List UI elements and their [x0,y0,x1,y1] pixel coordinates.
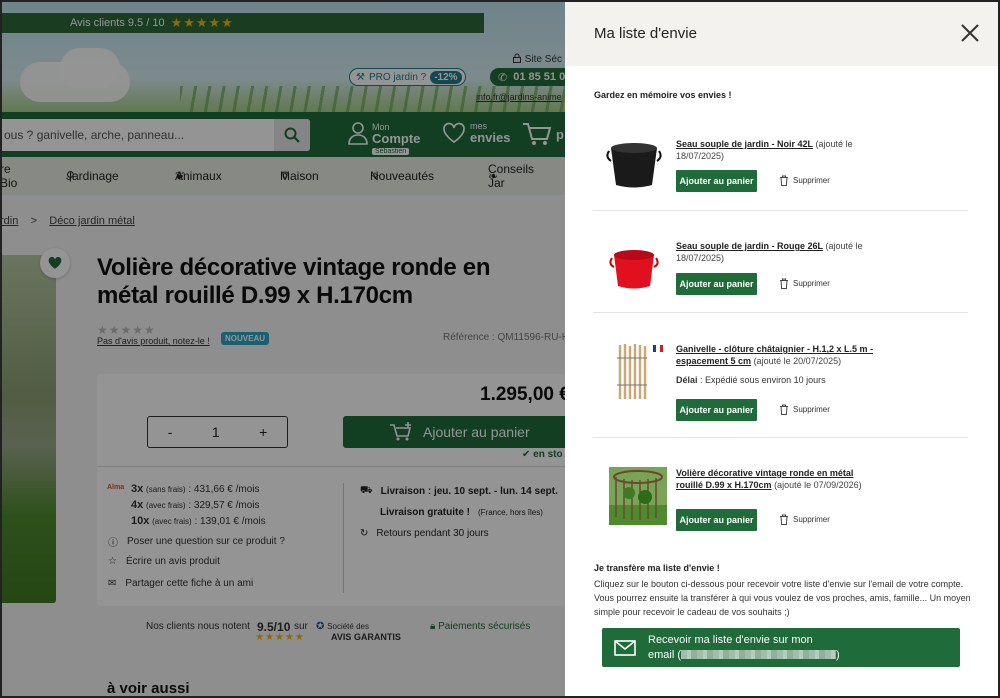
trash-icon [780,175,788,186]
product-thumbnail[interactable] [617,343,647,401]
wishlist-item: Seau souple de jardin - Rouge 26L (ajout… [593,211,968,313]
add-to-cart-button[interactable]: Ajouter au panier [676,399,757,421]
wishlist-item-name: Volière décorative vintage ronde en méta… [676,468,862,490]
wishlist-item: Volière décorative vintage ronde en méta… [593,438,968,548]
delete-button[interactable]: Supprimer [779,514,830,525]
trash-icon [780,514,788,525]
delete-button[interactable]: Supprimer [779,278,830,289]
wishlist-panel: Ma liste d'envie Gardez en mémoire vos e… [565,0,1000,698]
transfer-description: Cliquez sur le bouton ci-dessous pour re… [594,579,971,617]
product-thumbnail[interactable] [609,467,667,525]
wishlist-item-name: Ganivelle - clôture châtaignier - H.1,2 … [676,344,874,366]
trash-icon [780,278,788,289]
delivery-delay: Délai : Expédié sous environ 10 jours [676,375,826,385]
envelope-icon [614,639,636,656]
french-flag-icon [653,345,663,352]
wishlist-item-link[interactable]: Seau souple de jardin - Noir 42L [676,139,813,149]
wishlist-item: Seau souple de jardin - Noir 42L (ajouté… [593,120,968,211]
send-line2: email ( [648,648,682,661]
wishlist-item-name: Seau souple de jardin - Noir 42L (ajouté… [676,139,853,161]
wishlist-item-name: Seau souple de jardin - Rouge 26L (ajout… [676,241,863,263]
delete-button[interactable]: Supprimer [779,175,830,186]
send-line1: Recevoir ma liste d'envie sur mon [648,633,813,646]
wishlist-item-link[interactable]: Seau souple de jardin - Rouge 26L [676,241,823,251]
delete-button[interactable]: Supprimer [779,404,830,415]
blurred-email [681,650,837,660]
add-to-cart-button[interactable]: Ajouter au panier [676,509,757,531]
send-wishlist-button[interactable]: Recevoir ma liste d'envie sur mon email … [602,628,960,667]
wishlist-title: Ma liste d'envie [594,25,697,42]
product-thumbnail[interactable] [605,239,663,295]
wishlist-subtitle: Gardez en mémoire vos envies ! [594,90,732,100]
add-to-cart-button[interactable]: Ajouter au panier [676,273,757,295]
transfer-title: Je transfère ma liste d'envie ! [594,563,720,573]
close-icon [961,24,979,42]
wishlist-item: Ganivelle - clôture châtaignier - H.1,2 … [593,313,968,438]
trash-icon [780,404,788,415]
product-thumbnail[interactable] [605,138,663,192]
send-line-close: ) [836,648,840,661]
close-button[interactable] [960,23,980,43]
add-to-cart-button[interactable]: Ajouter au panier [676,170,757,192]
